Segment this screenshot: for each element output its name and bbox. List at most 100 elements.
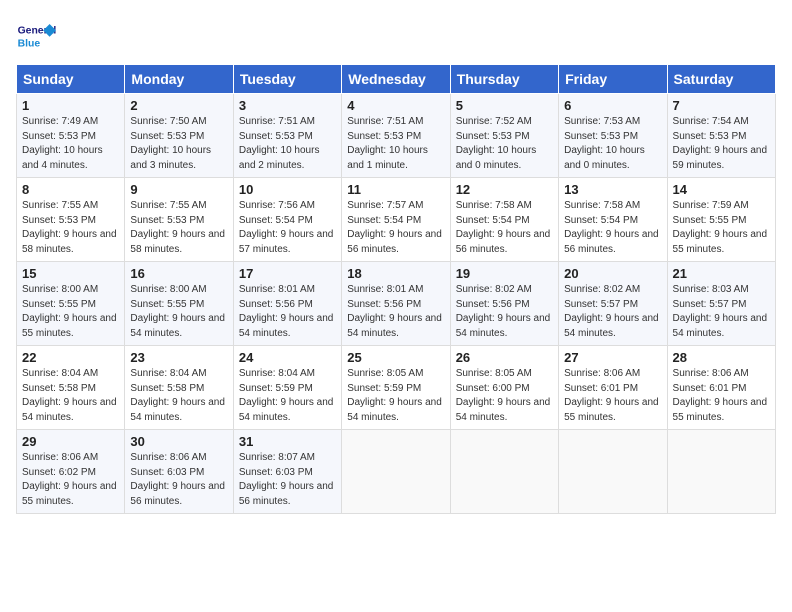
- calendar-cell: [667, 430, 775, 514]
- calendar-cell: 21 Sunrise: 8:03 AMSunset: 5:57 PMDaylig…: [667, 262, 775, 346]
- calendar-cell: 22 Sunrise: 8:04 AMSunset: 5:58 PMDaylig…: [17, 346, 125, 430]
- day-number: 18: [347, 266, 444, 281]
- calendar-cell: 17 Sunrise: 8:01 AMSunset: 5:56 PMDaylig…: [233, 262, 341, 346]
- calendar-cell: 25 Sunrise: 8:05 AMSunset: 5:59 PMDaylig…: [342, 346, 450, 430]
- calendar-cell: 4 Sunrise: 7:51 AMSunset: 5:53 PMDayligh…: [342, 94, 450, 178]
- calendar-cell: 9 Sunrise: 7:55 AMSunset: 5:53 PMDayligh…: [125, 178, 233, 262]
- cell-content: Sunrise: 7:59 AMSunset: 5:55 PMDaylight:…: [673, 200, 768, 255]
- day-number: 2: [130, 98, 227, 113]
- calendar-cell: 5 Sunrise: 7:52 AMSunset: 5:53 PMDayligh…: [450, 94, 558, 178]
- weekday-header-wednesday: Wednesday: [342, 65, 450, 94]
- cell-content: Sunrise: 8:00 AMSunset: 5:55 PMDaylight:…: [22, 284, 117, 339]
- cell-content: Sunrise: 7:54 AMSunset: 5:53 PMDaylight:…: [673, 116, 768, 171]
- logo: General Blue: [16, 16, 62, 56]
- weekday-header-thursday: Thursday: [450, 65, 558, 94]
- calendar-cell: 23 Sunrise: 8:04 AMSunset: 5:58 PMDaylig…: [125, 346, 233, 430]
- day-number: 19: [456, 266, 553, 281]
- calendar-cell: 2 Sunrise: 7:50 AMSunset: 5:53 PMDayligh…: [125, 94, 233, 178]
- day-number: 22: [22, 350, 119, 365]
- day-number: 12: [456, 182, 553, 197]
- weekday-header-friday: Friday: [559, 65, 667, 94]
- day-number: 9: [130, 182, 227, 197]
- calendar-cell: 3 Sunrise: 7:51 AMSunset: 5:53 PMDayligh…: [233, 94, 341, 178]
- cell-content: Sunrise: 8:07 AMSunset: 6:03 PMDaylight:…: [239, 452, 334, 507]
- page-header: General Blue: [16, 16, 776, 56]
- cell-content: Sunrise: 7:58 AMSunset: 5:54 PMDaylight:…: [564, 200, 659, 255]
- day-number: 10: [239, 182, 336, 197]
- calendar-cell: 16 Sunrise: 8:00 AMSunset: 5:55 PMDaylig…: [125, 262, 233, 346]
- calendar-cell: 7 Sunrise: 7:54 AMSunset: 5:53 PMDayligh…: [667, 94, 775, 178]
- weekday-header-sunday: Sunday: [17, 65, 125, 94]
- calendar-cell: 1 Sunrise: 7:49 AMSunset: 5:53 PMDayligh…: [17, 94, 125, 178]
- calendar-cell: 24 Sunrise: 8:04 AMSunset: 5:59 PMDaylig…: [233, 346, 341, 430]
- calendar-cell: [450, 430, 558, 514]
- cell-content: Sunrise: 8:02 AMSunset: 5:57 PMDaylight:…: [564, 284, 659, 339]
- calendar-cell: 27 Sunrise: 8:06 AMSunset: 6:01 PMDaylig…: [559, 346, 667, 430]
- svg-text:Blue: Blue: [18, 38, 41, 49]
- cell-content: Sunrise: 7:55 AMSunset: 5:53 PMDaylight:…: [22, 200, 117, 255]
- calendar-week-row: 8 Sunrise: 7:55 AMSunset: 5:53 PMDayligh…: [17, 178, 776, 262]
- calendar-cell: 14 Sunrise: 7:59 AMSunset: 5:55 PMDaylig…: [667, 178, 775, 262]
- day-number: 31: [239, 434, 336, 449]
- day-number: 30: [130, 434, 227, 449]
- cell-content: Sunrise: 8:06 AMSunset: 6:01 PMDaylight:…: [673, 368, 768, 423]
- day-number: 23: [130, 350, 227, 365]
- day-number: 27: [564, 350, 661, 365]
- day-number: 15: [22, 266, 119, 281]
- cell-content: Sunrise: 7:52 AMSunset: 5:53 PMDaylight:…: [456, 116, 537, 171]
- weekday-header-row: SundayMondayTuesdayWednesdayThursdayFrid…: [17, 65, 776, 94]
- calendar-cell: 11 Sunrise: 7:57 AMSunset: 5:54 PMDaylig…: [342, 178, 450, 262]
- day-number: 21: [673, 266, 770, 281]
- day-number: 13: [564, 182, 661, 197]
- calendar-cell: 10 Sunrise: 7:56 AMSunset: 5:54 PMDaylig…: [233, 178, 341, 262]
- day-number: 6: [564, 98, 661, 113]
- day-number: 4: [347, 98, 444, 113]
- day-number: 14: [673, 182, 770, 197]
- calendar-cell: [342, 430, 450, 514]
- calendar-cell: [559, 430, 667, 514]
- calendar-cell: 18 Sunrise: 8:01 AMSunset: 5:56 PMDaylig…: [342, 262, 450, 346]
- cell-content: Sunrise: 7:55 AMSunset: 5:53 PMDaylight:…: [130, 200, 225, 255]
- calendar-week-row: 29 Sunrise: 8:06 AMSunset: 6:02 PMDaylig…: [17, 430, 776, 514]
- cell-content: Sunrise: 8:04 AMSunset: 5:58 PMDaylight:…: [130, 368, 225, 423]
- cell-content: Sunrise: 7:56 AMSunset: 5:54 PMDaylight:…: [239, 200, 334, 255]
- cell-content: Sunrise: 7:49 AMSunset: 5:53 PMDaylight:…: [22, 116, 103, 171]
- cell-content: Sunrise: 8:05 AMSunset: 6:00 PMDaylight:…: [456, 368, 551, 423]
- cell-content: Sunrise: 8:06 AMSunset: 6:03 PMDaylight:…: [130, 452, 225, 507]
- cell-content: Sunrise: 7:57 AMSunset: 5:54 PMDaylight:…: [347, 200, 442, 255]
- day-number: 5: [456, 98, 553, 113]
- day-number: 25: [347, 350, 444, 365]
- cell-content: Sunrise: 7:51 AMSunset: 5:53 PMDaylight:…: [347, 116, 428, 171]
- calendar-cell: 20 Sunrise: 8:02 AMSunset: 5:57 PMDaylig…: [559, 262, 667, 346]
- cell-content: Sunrise: 8:04 AMSunset: 5:58 PMDaylight:…: [22, 368, 117, 423]
- calendar-week-row: 22 Sunrise: 8:04 AMSunset: 5:58 PMDaylig…: [17, 346, 776, 430]
- calendar-cell: 26 Sunrise: 8:05 AMSunset: 6:00 PMDaylig…: [450, 346, 558, 430]
- weekday-header-tuesday: Tuesday: [233, 65, 341, 94]
- day-number: 16: [130, 266, 227, 281]
- calendar-cell: 28 Sunrise: 8:06 AMSunset: 6:01 PMDaylig…: [667, 346, 775, 430]
- cell-content: Sunrise: 7:50 AMSunset: 5:53 PMDaylight:…: [130, 116, 211, 171]
- cell-content: Sunrise: 8:03 AMSunset: 5:57 PMDaylight:…: [673, 284, 768, 339]
- cell-content: Sunrise: 8:06 AMSunset: 6:01 PMDaylight:…: [564, 368, 659, 423]
- day-number: 20: [564, 266, 661, 281]
- day-number: 8: [22, 182, 119, 197]
- calendar-cell: 13 Sunrise: 7:58 AMSunset: 5:54 PMDaylig…: [559, 178, 667, 262]
- cell-content: Sunrise: 8:01 AMSunset: 5:56 PMDaylight:…: [347, 284, 442, 339]
- cell-content: Sunrise: 7:58 AMSunset: 5:54 PMDaylight:…: [456, 200, 551, 255]
- cell-content: Sunrise: 8:02 AMSunset: 5:56 PMDaylight:…: [456, 284, 551, 339]
- calendar-cell: 8 Sunrise: 7:55 AMSunset: 5:53 PMDayligh…: [17, 178, 125, 262]
- calendar-cell: 12 Sunrise: 7:58 AMSunset: 5:54 PMDaylig…: [450, 178, 558, 262]
- day-number: 24: [239, 350, 336, 365]
- day-number: 3: [239, 98, 336, 113]
- logo-icon: General Blue: [16, 16, 56, 56]
- cell-content: Sunrise: 8:05 AMSunset: 5:59 PMDaylight:…: [347, 368, 442, 423]
- cell-content: Sunrise: 8:06 AMSunset: 6:02 PMDaylight:…: [22, 452, 117, 507]
- day-number: 1: [22, 98, 119, 113]
- calendar-week-row: 1 Sunrise: 7:49 AMSunset: 5:53 PMDayligh…: [17, 94, 776, 178]
- weekday-header-saturday: Saturday: [667, 65, 775, 94]
- calendar-cell: 29 Sunrise: 8:06 AMSunset: 6:02 PMDaylig…: [17, 430, 125, 514]
- cell-content: Sunrise: 8:01 AMSunset: 5:56 PMDaylight:…: [239, 284, 334, 339]
- cell-content: Sunrise: 7:53 AMSunset: 5:53 PMDaylight:…: [564, 116, 645, 171]
- calendar-cell: 15 Sunrise: 8:00 AMSunset: 5:55 PMDaylig…: [17, 262, 125, 346]
- day-number: 28: [673, 350, 770, 365]
